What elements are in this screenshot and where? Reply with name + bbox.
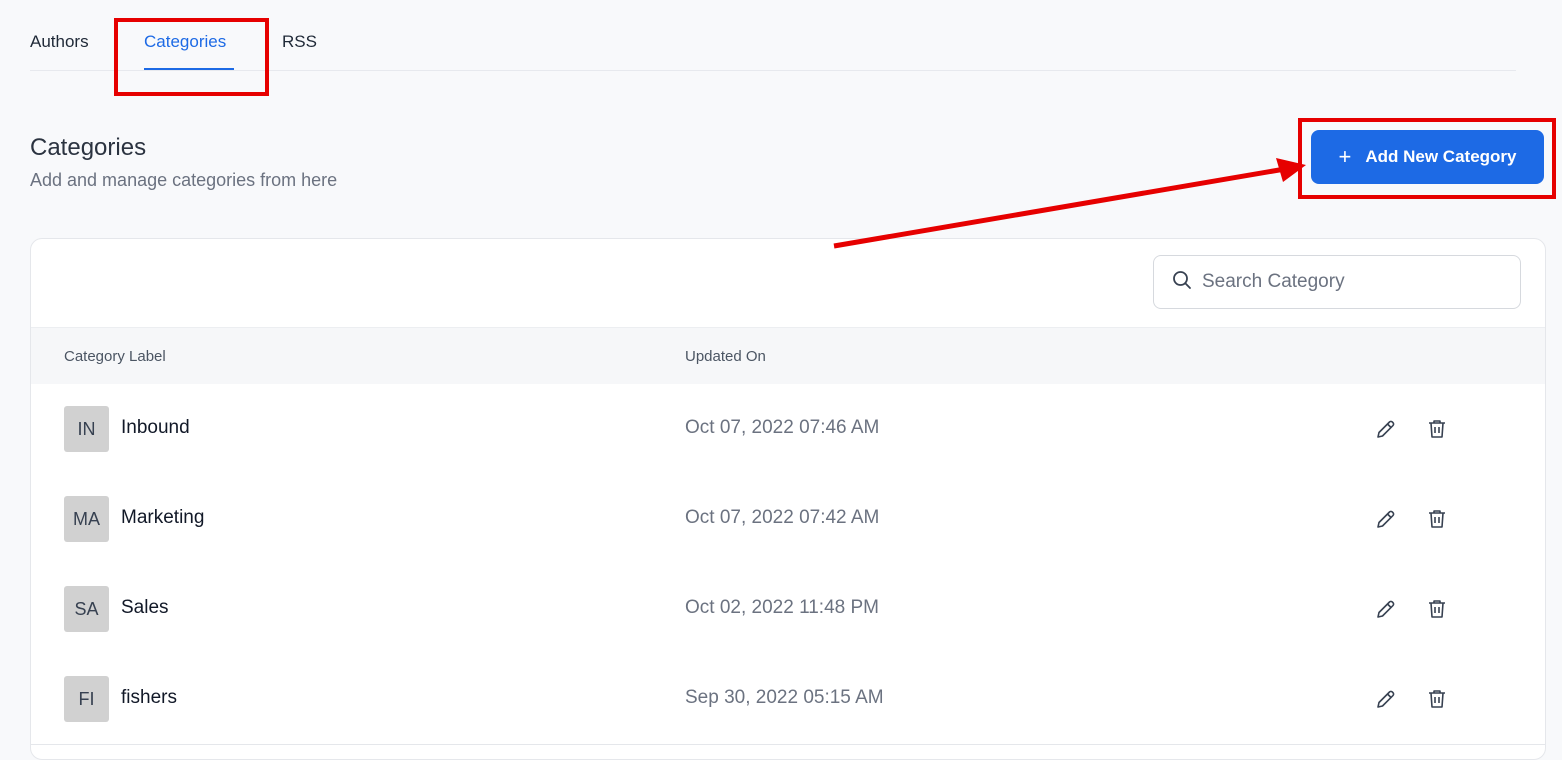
updated-on: Oct 02, 2022 11:48 PM bbox=[685, 597, 879, 618]
edit-pencil-icon[interactable] bbox=[1374, 507, 1398, 531]
search-input[interactable] bbox=[1200, 270, 1504, 294]
annotation-box-add-button bbox=[1298, 118, 1556, 199]
updated-on: Oct 07, 2022 07:42 AM bbox=[685, 507, 880, 528]
edit-pencil-icon[interactable] bbox=[1374, 687, 1398, 711]
updated-on: Oct 07, 2022 07:46 AM bbox=[685, 417, 880, 438]
tab-rss[interactable]: RSS bbox=[282, 32, 317, 52]
category-avatar: MA bbox=[64, 496, 109, 542]
trash-icon[interactable] bbox=[1425, 507, 1449, 531]
trash-icon[interactable] bbox=[1425, 417, 1449, 441]
table-header: Category Label Updated On bbox=[31, 327, 1545, 386]
edit-pencil-icon[interactable] bbox=[1374, 597, 1398, 621]
category-avatar: IN bbox=[64, 406, 109, 452]
category-avatar: SA bbox=[64, 586, 109, 632]
category-label: fishers bbox=[121, 687, 177, 708]
trash-icon[interactable] bbox=[1425, 687, 1449, 711]
table-row: MA Marketing Oct 07, 2022 07:42 AM bbox=[31, 474, 1545, 565]
categories-card: Category Label Updated On IN Inbound Oct… bbox=[30, 238, 1546, 760]
column-header-updated-on: Updated On bbox=[685, 348, 766, 365]
category-avatar: FI bbox=[64, 676, 109, 722]
tab-authors[interactable]: Authors bbox=[30, 32, 89, 52]
table-row: FI fishers Sep 30, 2022 05:15 AM bbox=[31, 654, 1545, 745]
search-box[interactable] bbox=[1153, 255, 1521, 309]
edit-pencil-icon[interactable] bbox=[1374, 417, 1398, 441]
table-row: SA Sales Oct 02, 2022 11:48 PM bbox=[31, 564, 1545, 655]
annotation-box-categories-tab bbox=[114, 18, 269, 96]
trash-icon[interactable] bbox=[1425, 597, 1449, 621]
category-label: Sales bbox=[121, 597, 169, 618]
page-title: Categories bbox=[30, 134, 147, 161]
category-label: Inbound bbox=[121, 417, 190, 438]
table-row: IN Inbound Oct 07, 2022 07:46 AM bbox=[31, 384, 1545, 475]
updated-on: Sep 30, 2022 05:15 AM bbox=[685, 687, 884, 708]
column-header-category-label: Category Label bbox=[64, 348, 166, 365]
category-label: Marketing bbox=[121, 507, 205, 528]
search-icon bbox=[1172, 270, 1192, 295]
page-subtitle: Add and manage categories from here bbox=[30, 170, 338, 190]
